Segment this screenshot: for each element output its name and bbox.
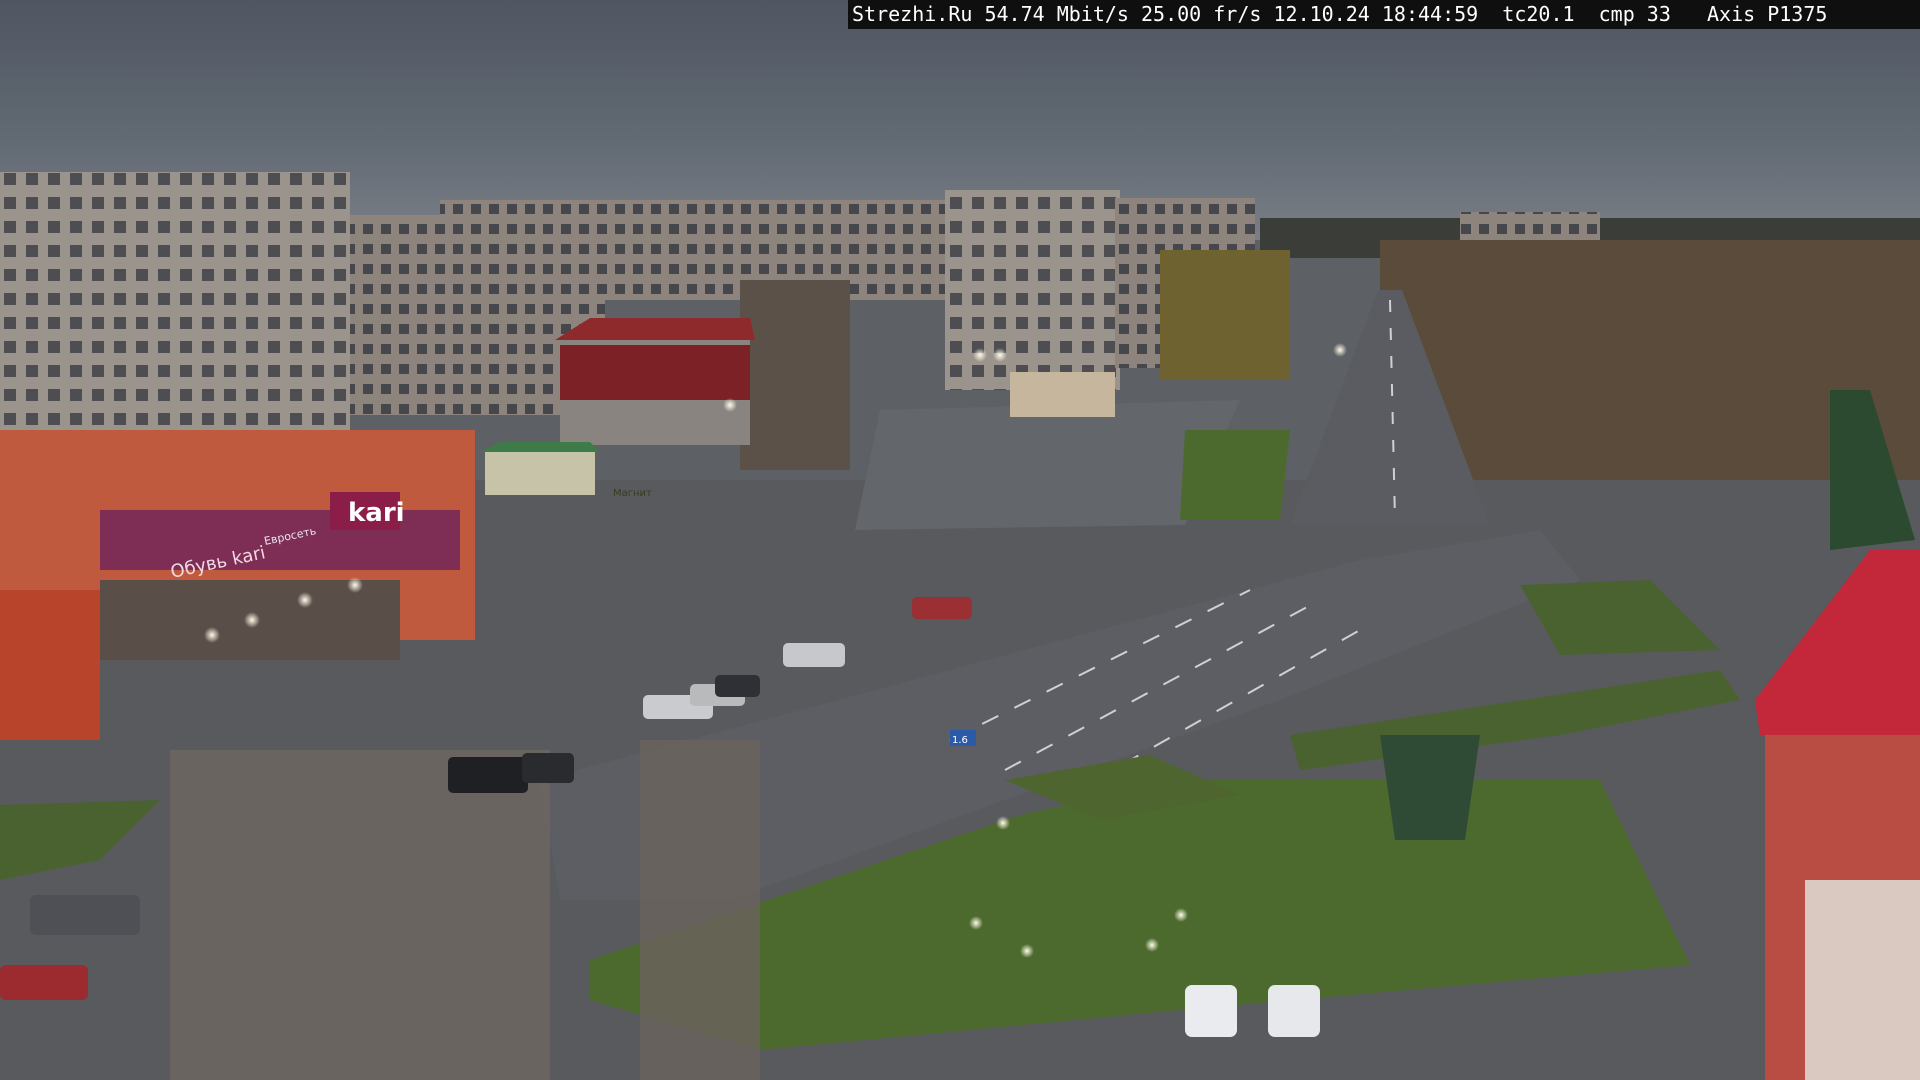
building-tall-center [945,190,1120,390]
tree-belt-center [1160,250,1290,380]
overlay-tc: tc20.1 [1502,2,1575,26]
overlay-camera-model: Axis P1375 [1707,2,1828,26]
lamp-4 [1333,343,1347,357]
lamp-12 [297,592,313,608]
street-scene: kari Обувь kari Евросеть Магнит 1.6 [0,0,1920,1080]
car-white-bottom-2 [1268,985,1320,1037]
lamp-2 [973,348,987,362]
lamp-10 [204,627,220,643]
overlay-time: 18:44:59 [1381,2,1479,26]
tree-belt-left [740,280,850,470]
camera-overlay-bar: Strezhi.Ru 54.74 Mbit/s 25.00 fr/s 12.10… [848,0,1920,29]
kari-sign: kari [348,498,405,528]
lamp-7 [1020,944,1034,958]
kiosk-sign: Магнит [613,488,652,499]
lamp-9 [1174,908,1188,922]
overlay-date: 12.10.24 [1273,2,1370,26]
car-silver-1 [783,643,845,667]
lamp-8 [1145,938,1159,952]
lamp-13 [347,577,363,593]
lamp-11 [244,612,260,628]
lamp-1 [723,398,737,412]
overlay-bitrate: 54.74 Mbit/s [984,2,1129,26]
lamp-5 [996,816,1010,830]
birch-tree-left [170,750,550,1080]
overlay-framerate: 25.00 fr/s [1141,2,1262,26]
overlay-cmp: cmp 33 [1598,2,1671,26]
lamp-6 [969,916,983,930]
overlay-site: Strezhi.Ru [852,2,973,26]
lamp-3 [993,348,1007,362]
car-dark-2 [522,753,574,783]
car-red-bottom-left [0,965,88,1000]
plaza-pavilion [1010,372,1115,417]
car-black-suv [448,757,528,793]
car-grey-left [30,895,140,935]
pine-tree-front [1380,735,1480,840]
building-far-right [1460,212,1600,242]
car-white-bottom-1 [1185,985,1237,1037]
road-sign-text: 1.6 [952,735,968,746]
birch-tree-center [640,740,760,1080]
car-dark-1 [715,675,760,697]
lawn-under-street [1180,430,1290,520]
car-red-center [912,597,972,619]
green-kiosk [485,450,595,495]
